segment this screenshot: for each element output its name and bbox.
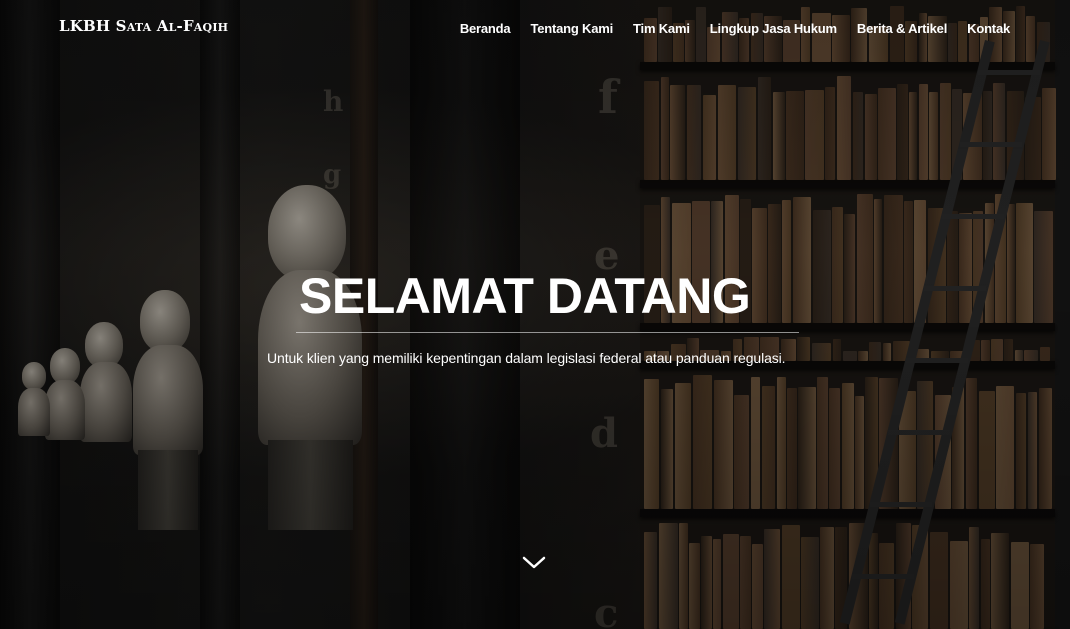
nav-item-lingkup-jasa-hukum: Lingkup Jasa Hukum — [710, 20, 837, 38]
hero-subtitle: Untuk klien yang memiliki kepentingan da… — [267, 350, 786, 366]
nav-item-tentang-kami: Tentang Kami — [530, 20, 613, 38]
hero-content: SELAMAT DATANG Untuk klien yang memiliki… — [267, 266, 827, 366]
brand-logo[interactable]: LKBH Sata Al-Faqih — [59, 17, 228, 35]
navbar: LKBH Sata Al-Faqih Beranda Tentang Kami … — [0, 0, 1070, 56]
nav-item-berita-artikel: Berita & Artikel — [857, 20, 947, 38]
nav-link-lingkup-jasa-hukum[interactable]: Lingkup Jasa Hukum — [710, 21, 837, 36]
nav-item-kontak: Kontak — [967, 20, 1010, 38]
hero-title: SELAMAT DATANG — [299, 268, 751, 324]
nav-link-tentang-kami[interactable]: Tentang Kami — [530, 21, 613, 36]
nav-item-beranda: Beranda — [460, 20, 511, 38]
nav-item-tim-kami: Tim Kami — [633, 20, 690, 38]
nav-link-kontak[interactable]: Kontak — [967, 21, 1010, 36]
scroll-down-button[interactable] — [521, 553, 547, 573]
chevron-down-icon — [522, 556, 546, 569]
nav-link-berita-artikel[interactable]: Berita & Artikel — [857, 21, 947, 36]
nav-link-beranda[interactable]: Beranda — [460, 21, 511, 36]
nav-link-tim-kami[interactable]: Tim Kami — [633, 21, 690, 36]
hero-section: h g f e d c LKBH Sata Al-Faqih Beranda T… — [0, 0, 1070, 629]
nav-menu: Beranda Tentang Kami Tim Kami Lingkup Ja… — [460, 20, 1010, 38]
hero-divider — [295, 332, 799, 333]
